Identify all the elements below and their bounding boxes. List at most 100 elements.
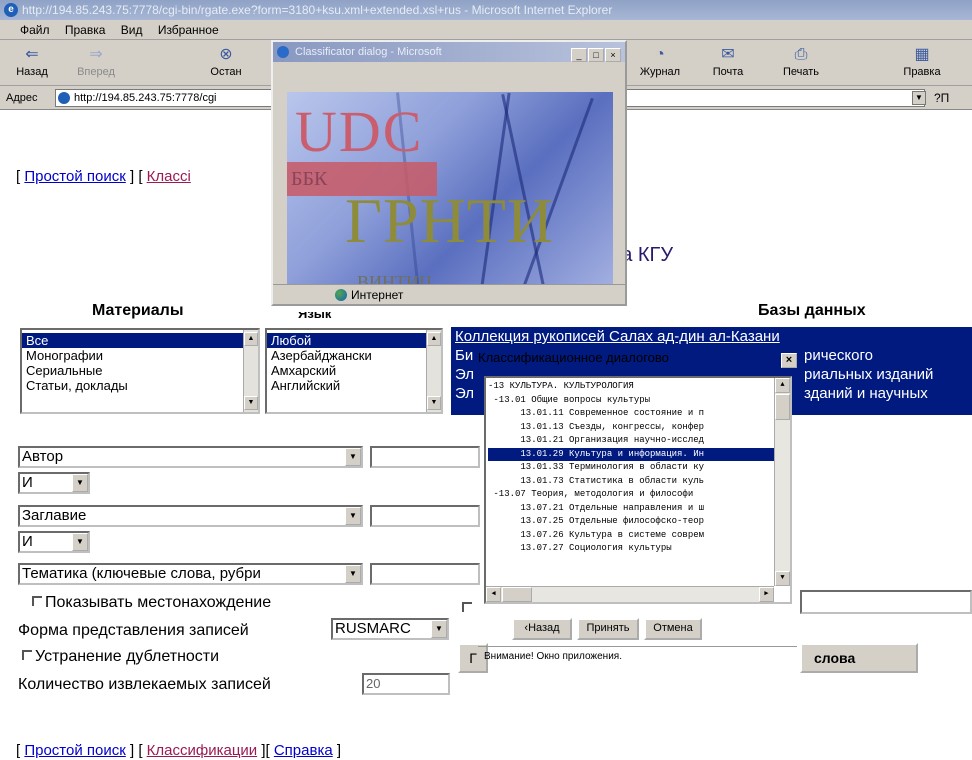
link-simple-search[interactable]: Простой поиск (24, 168, 125, 185)
scroll-left-icon[interactable]: ◀ (486, 587, 501, 602)
minimize-icon[interactable]: _ (571, 48, 587, 62)
operator-select-1[interactable]: И ▼ (18, 472, 90, 494)
tree-item[interactable]: 13.01.29 Культура и информация. Ин (488, 447, 790, 461)
menu-favorites[interactable]: Избранное (158, 23, 219, 37)
zone-label: Интернет (351, 288, 404, 302)
format-label: Форма представления записей (18, 622, 249, 639)
all-words-button[interactable]: слова (800, 643, 918, 673)
search-input-1[interactable] (370, 446, 480, 468)
link-simple-search[interactable]: Простой поиск (24, 742, 125, 759)
link-help[interactable]: Справка (274, 742, 333, 759)
scrollbar[interactable]: ▲ ▼ (426, 330, 441, 412)
window-titlebar: e http://194.85.243.75:7778/cgi-bin/rgat… (0, 0, 972, 20)
scroll-up-icon[interactable]: ▲ (427, 332, 441, 346)
operator-select-2[interactable]: И ▼ (18, 531, 90, 553)
list-item[interactable]: Любой (267, 333, 441, 348)
history-button[interactable]: ◔ Журнал (634, 44, 686, 78)
menu-view[interactable]: Вид (121, 23, 143, 37)
link-classifications[interactable]: Классі (147, 168, 191, 185)
ie-logo-icon: e (4, 3, 18, 17)
accept-button[interactable]: Принять (577, 618, 639, 640)
scroll-down-icon[interactable]: ▼ (775, 571, 790, 586)
link-classifications[interactable]: Классификации (147, 742, 258, 759)
chevron-down-icon: ▼ (345, 565, 361, 583)
scroll-down-icon[interactable]: ▼ (244, 396, 258, 410)
forward-button[interactable]: ⇒ Вперед (70, 44, 122, 78)
stop-button[interactable]: ⊗ Остан (200, 44, 252, 78)
tree-item[interactable]: 13.07.21 Отдельные направления и ш (488, 502, 790, 516)
popup-titlebar[interactable]: Classificator dialog - Microsoft _ □ × (273, 42, 625, 62)
chevron-down-icon: ▼ (345, 448, 361, 466)
tree-item[interactable]: -13 КУЛЬТУРА. КУЛЬТУРОЛОГИЯ (488, 380, 790, 394)
search-input-2[interactable] (370, 505, 480, 527)
close-icon[interactable]: × (781, 353, 797, 368)
scroll-up-icon[interactable]: ▲ (775, 378, 790, 393)
tree-item[interactable]: 13.07.25 Отдельные философско-теор (488, 515, 790, 529)
language-listbox[interactable]: Любой Азербайджански Амхарский Английски… (265, 328, 443, 414)
classifier-window: Classificator dialog - Microsoft _ □ × UDC… (271, 40, 627, 306)
dialog-titlebar[interactable]: Классификационное диалогово × (478, 350, 801, 368)
list-item[interactable]: Монографии (22, 348, 258, 363)
tree-item[interactable]: 13.07.27 Социология культуры (488, 542, 790, 556)
address-dropdown-icon[interactable]: ▼ (912, 91, 926, 105)
db-item[interactable]: Коллекция рукописей Салах ад-дин ал-Каза… (455, 327, 972, 346)
tree-item[interactable]: 13.01.21 Организация научно-исслед (488, 434, 790, 448)
list-item[interactable]: Сериальные (22, 363, 258, 378)
scroll-down-icon[interactable]: ▼ (427, 396, 441, 410)
scroll-up-icon[interactable]: ▲ (244, 332, 258, 346)
back-arrow-icon: ⇐ (25, 46, 39, 63)
classifier-banner-image[interactable]: UDC ББК ГРНТИ ВИНТИЦ (287, 92, 613, 302)
scrollbar[interactable]: ▲ ▼ (774, 378, 790, 586)
print-button[interactable]: ⎙ Печать (775, 44, 827, 78)
address-value: http://194.85.243.75:7778/cgi (74, 92, 217, 104)
field-select-3[interactable]: Тематика (ключевые слова, рубри ▼ (18, 563, 363, 585)
dialog-statusbar: Внимание! Окно приложения. (478, 646, 797, 666)
cancel-button[interactable]: Отмена (644, 618, 702, 640)
scroll-thumb[interactable] (502, 587, 532, 602)
mail-button[interactable]: ✉ Почта (702, 44, 754, 78)
go-button[interactable]: ?П (934, 86, 949, 110)
field-select-2[interactable]: Заглавие ▼ (18, 505, 363, 527)
list-item[interactable]: Все (22, 333, 258, 348)
checkbox[interactable] (462, 602, 472, 612)
scrollbar[interactable]: ▲ ▼ (243, 330, 258, 412)
classification-tree[interactable]: -13 КУЛЬТУРА. КУЛЬТУРОЛОГИЯ -13.01 Общие… (484, 376, 792, 604)
back-button[interactable]: ‹Назад (512, 618, 572, 640)
list-item[interactable]: Статьи, доклады (22, 378, 258, 393)
count-input[interactable]: 20 (362, 673, 450, 695)
page-icon (58, 92, 70, 104)
checkbox[interactable] (22, 650, 32, 660)
tree-item[interactable]: 13.01.73 Статистика в области куль (488, 475, 790, 489)
materials-listbox[interactable]: Все Монографии Сериальные Статьи, доклад… (20, 328, 260, 414)
back-button[interactable]: ⇐ Назад (6, 44, 58, 78)
tree-item[interactable]: -13.01 Общие вопросы культуры (488, 394, 790, 408)
tree-item[interactable]: 13.01.33 Терминология в области ку (488, 461, 790, 475)
list-item[interactable]: Азербайджански (267, 348, 441, 363)
list-item[interactable]: Амхарский (267, 363, 441, 378)
dedup-option[interactable]: Устранение дублетности (22, 648, 219, 666)
grnti-label: ГРНТИ (345, 185, 555, 256)
close-icon[interactable]: × (605, 48, 621, 62)
extra-input[interactable] (800, 590, 972, 614)
globe-icon (335, 289, 347, 301)
scroll-right-icon[interactable]: ▶ (759, 587, 774, 602)
tree-item[interactable]: 13.07.26 Культура в системе соврем (488, 529, 790, 543)
menu-edit[interactable]: Правка (65, 23, 106, 37)
show-location-option[interactable]: Показывать местонахождение (32, 594, 271, 612)
nav-bottom: [ Простой поиск ] [ Классификации ][ Спр… (16, 742, 342, 759)
scroll-thumb[interactable] (775, 394, 790, 420)
field-select-1[interactable]: Автор ▼ (18, 446, 363, 468)
list-item[interactable]: Английский (267, 378, 441, 393)
checkbox[interactable] (32, 596, 42, 606)
chevron-down-icon: ▼ (431, 620, 447, 638)
tree-item[interactable]: 13.01.13 Съезды, конгрессы, конфер (488, 421, 790, 435)
format-select[interactable]: RUSMARC ▼ (331, 618, 449, 640)
horizontal-scrollbar[interactable]: ◀ ▶ (486, 586, 774, 602)
stop-icon: ⊗ (219, 46, 233, 63)
tree-item[interactable]: 13.01.11 Современное состояние и п (488, 407, 790, 421)
edit-button[interactable]: ▦ Правка (896, 44, 948, 78)
search-input-3[interactable] (370, 563, 480, 585)
maximize-icon[interactable]: □ (588, 48, 604, 62)
menu-file[interactable]: Файл (20, 23, 50, 37)
tree-item[interactable]: -13.07 Теория, методология и философи (488, 488, 790, 502)
